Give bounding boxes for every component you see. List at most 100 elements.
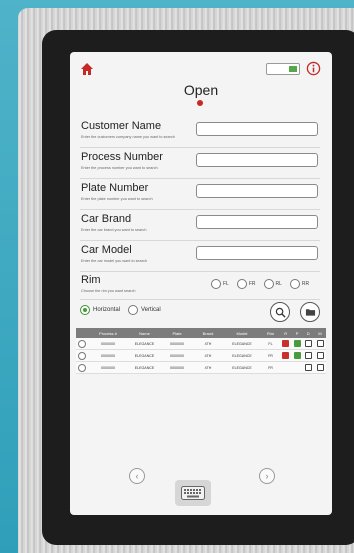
orientation-label: Vertical [141, 307, 161, 313]
field-hint: Enter the process number you want to sea… [81, 166, 158, 170]
chevron-left-icon: ‹ [135, 471, 139, 481]
report-icon[interactable] [282, 340, 290, 347]
field-hint: Enter the plate number you want to searc… [81, 197, 153, 201]
header-cell: R [284, 330, 288, 336]
customer-name-input[interactable] [196, 122, 318, 136]
table-cell: FR [268, 365, 273, 370]
table-cell: ELEGANCE [232, 365, 252, 370]
search-icon [275, 307, 286, 318]
header-cell: Name [139, 330, 150, 336]
radio-button-selected[interactable] [80, 305, 90, 315]
mail-icon[interactable] [316, 352, 324, 359]
mail-icon[interactable] [316, 364, 324, 371]
rim-options: FL FR RL RR [211, 279, 309, 289]
chevron-right-icon: › [265, 471, 269, 481]
info-icon[interactable] [306, 61, 321, 76]
rim-option-label: RR [301, 281, 310, 287]
car-model-row: Car Model Enter the car model you want t… [80, 244, 320, 272]
table-row[interactable]: 0000000 ELEGANCE 0000000 4TH ELEGANCE FL [76, 338, 326, 350]
radio-button[interactable] [211, 279, 221, 289]
table-cell: 0000000 [101, 341, 115, 346]
table-cell: 4TH [204, 365, 212, 370]
header-cell: Plate [172, 330, 182, 336]
table-cell: ELEGANCE [134, 341, 155, 346]
radio-button[interactable] [289, 279, 300, 289]
row-select-radio[interactable] [78, 339, 86, 348]
table-row[interactable]: 0000000 ELEGANCE 0000000 4TH ELEGANCE FR [76, 350, 326, 362]
search-button[interactable] [270, 302, 290, 322]
previous-page-button[interactable]: ‹ [129, 468, 145, 484]
header-cell: Process # [99, 330, 117, 336]
table-header: Process # Name Plate Brand Model Rim R P… [76, 328, 326, 338]
header-actions: R P D M [280, 331, 326, 336]
document-icon[interactable] [305, 364, 313, 371]
table-cell: FL [268, 341, 273, 346]
radio-button[interactable] [236, 279, 247, 289]
radio-button[interactable] [128, 305, 139, 315]
document-icon[interactable] [305, 340, 313, 347]
table-row[interactable]: 0000000 ELEGANCE 0000000 4TH ELEGANCE FR [76, 362, 326, 374]
field-label: Customer Name [81, 120, 162, 132]
orientation-vertical[interactable]: Vertical [128, 305, 161, 315]
row-select-radio[interactable] [78, 363, 86, 372]
field-label: Process Number [81, 151, 163, 163]
field-hint: Enter the car brand you want to search [81, 228, 147, 232]
header-cell: M [318, 330, 322, 336]
home-icon[interactable] [80, 62, 94, 76]
table-cell: ELEGANCE [232, 341, 252, 346]
table-cell: 4TH [204, 353, 212, 358]
customer-name-row: Customer Name Enter the customers compan… [80, 120, 320, 148]
car-model-input[interactable] [196, 246, 318, 260]
orientation-label: Horizontal [93, 307, 121, 313]
app-screen: Open Customer Name Enter the customers c… [70, 52, 332, 515]
table-cell: 0000000 [101, 353, 115, 358]
next-page-button[interactable]: › [259, 468, 275, 484]
status-dot [197, 100, 203, 106]
header-cell: Brand [202, 330, 214, 336]
rim-option-fl[interactable]: FL [211, 279, 229, 289]
table-cell: ELEGANCE [134, 353, 155, 358]
process-number-input[interactable] [196, 153, 318, 167]
rim-option-rr[interactable]: RR [289, 279, 310, 289]
car-brand-row: Car Brand Enter the car brand you want t… [80, 213, 320, 241]
header-cell: Model [236, 330, 248, 336]
field-label: Rim [81, 274, 101, 286]
print-icon[interactable] [293, 340, 301, 347]
document-icon[interactable] [305, 352, 313, 359]
field-label: Car Model [81, 244, 132, 256]
process-number-row: Process Number Enter the process number … [80, 151, 320, 179]
table-cell: FR [268, 353, 273, 358]
field-hint: Enter the car model you want to search [81, 259, 148, 263]
rim-option-label: RL [275, 281, 282, 287]
results-table: Process # Name Plate Brand Model Rim R P… [76, 328, 326, 374]
header-cell: D [306, 330, 310, 336]
row-select-radio[interactable] [78, 351, 86, 360]
orientation-horizontal[interactable]: Horizontal [80, 305, 120, 315]
table-cell: 0000000 [170, 365, 184, 370]
table-cell: 0000000 [170, 341, 184, 346]
car-brand-input[interactable] [196, 215, 318, 229]
keyboard-button[interactable] [175, 480, 211, 506]
field-label: Plate Number [81, 182, 149, 194]
rim-option-rl[interactable]: RL [263, 279, 282, 289]
field-label: Car Brand [81, 213, 132, 225]
print-icon[interactable] [293, 352, 301, 359]
table-cell: 4TH [204, 341, 212, 346]
header-cell: P [295, 330, 299, 336]
rim-option-label: FL [223, 281, 229, 287]
header-cell: Rim [266, 330, 275, 336]
open-folder-button[interactable] [300, 302, 320, 322]
plate-number-input[interactable] [196, 184, 318, 198]
table-cell: 0000000 [101, 365, 115, 370]
folder-icon [305, 309, 315, 316]
report-icon[interactable] [282, 352, 290, 359]
radio-button[interactable] [263, 279, 274, 289]
battery-indicator [266, 63, 300, 75]
keyboard-icon [181, 486, 205, 500]
page-title: Open [183, 82, 219, 98]
field-hint: Choose the rim you want search [81, 289, 136, 293]
table-cell: ELEGANCE [232, 353, 252, 358]
rim-option-fr[interactable]: FR [236, 279, 256, 289]
table-cell: 0000000 [170, 353, 184, 358]
mail-icon[interactable] [316, 340, 324, 347]
